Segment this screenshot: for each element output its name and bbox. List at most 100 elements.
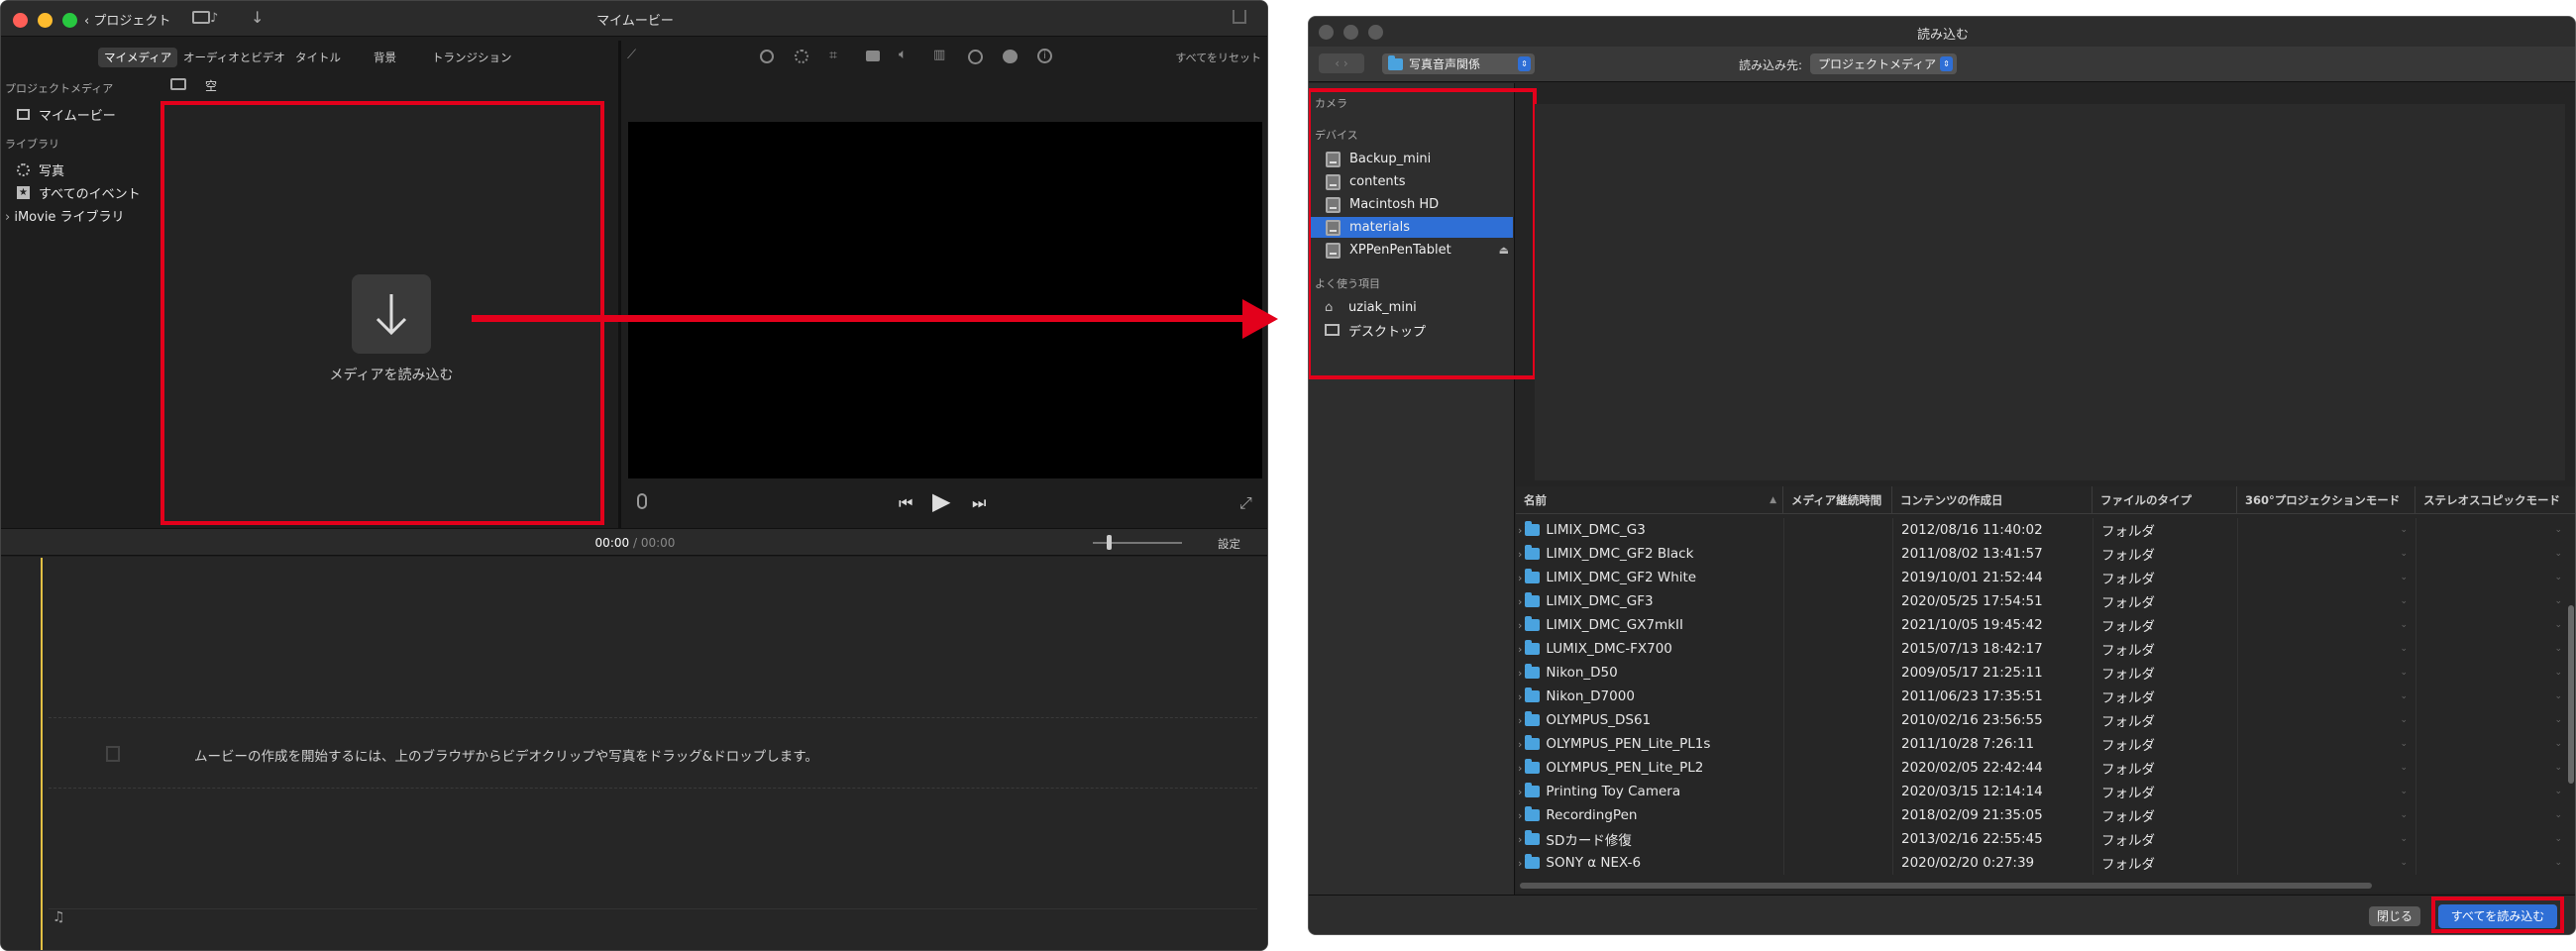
table-row[interactable]: › LIMIX_DMC_GX7mkII 2021/10/05 19:45:42 フ… — [1516, 613, 2575, 637]
stereoscopic-popup[interactable]: ⌄ — [2415, 542, 2564, 566]
col-name[interactable]: 名前 ▲ — [1516, 486, 1783, 514]
disclosure-chevron-icon[interactable]: › — [1518, 738, 1522, 751]
equalizer-icon[interactable]: ▥ — [933, 48, 945, 62]
disclosure-chevron-icon[interactable]: › — [1518, 714, 1522, 727]
location-popup[interactable]: 写真音声関係 ⇕ — [1382, 53, 1535, 74]
back-forward-buttons[interactable]: ‹ › — [1319, 53, 1364, 73]
disclosure-chevron-icon[interactable]: › — [1518, 667, 1522, 680]
projection-popup[interactable]: ⌄ — [2237, 661, 2415, 685]
stereoscopic-popup[interactable]: ⌄ — [2415, 851, 2564, 875]
sidebar-item-all-events[interactable]: ★ すべてのイベント — [17, 183, 141, 202]
disclosure-chevron-icon[interactable]: › — [1518, 548, 1522, 561]
sidebar-toggle-icon[interactable] — [170, 78, 186, 90]
crop-icon[interactable]: ⌗ — [829, 48, 837, 63]
stereoscopic-popup[interactable]: ⌄ — [2415, 518, 2564, 542]
table-row[interactable]: › LIMIX_DMC_GF2 Black 2011/08/02 13:41:57… — [1516, 542, 2575, 566]
volume-icon[interactable]: 🔈︎ — [899, 47, 907, 62]
projection-popup[interactable]: ⌄ — [2237, 685, 2415, 708]
col-created[interactable]: コンテンツの作成日 — [1892, 486, 2093, 514]
reset-all-button[interactable]: すべてをリセット — [1175, 50, 1261, 65]
disclosure-chevron-icon[interactable]: › — [1518, 762, 1522, 775]
table-row[interactable]: › SDカード修復 2013/02/16 22:55:45 フォルダ ⌄ ⌄ — [1516, 827, 2575, 851]
projection-popup[interactable]: ⌄ — [2237, 637, 2415, 661]
sidebar-item-my-movie[interactable]: マイムービー — [17, 105, 116, 124]
disclosure-chevron-icon[interactable]: › — [1518, 595, 1522, 608]
disclosure-chevron-icon[interactable]: › — [1518, 833, 1522, 846]
sidebar-item-photos[interactable]: 写真 — [17, 160, 64, 179]
fullscreen-icon[interactable]: ⤢ — [1239, 493, 1252, 513]
projection-popup[interactable]: ⌄ — [2237, 566, 2415, 589]
col-projection[interactable]: 360°プロジェクションモード — [2237, 486, 2415, 514]
disclosure-chevron-icon[interactable]: › — [1518, 786, 1522, 798]
table-row[interactable]: › Nikon_D7000 2011/06/23 17:35:51 フォルダ ⌄ … — [1516, 685, 2575, 708]
projection-popup[interactable]: ⌄ — [2237, 613, 2415, 637]
table-row[interactable]: › Nikon_D50 2009/05/17 21:25:11 フォルダ ⌄ ⌄ — [1516, 661, 2575, 685]
settings-button[interactable]: 設定 — [1218, 536, 1240, 552]
close-button[interactable]: 閉じる — [2369, 906, 2420, 926]
tab-my-media[interactable]: マイメディア — [98, 48, 178, 67]
projection-popup[interactable]: ⌄ — [2237, 708, 2415, 732]
speed-icon[interactable] — [968, 50, 983, 64]
share-icon[interactable] — [1233, 10, 1246, 24]
col-type[interactable]: ファイルのタイプ — [2093, 486, 2237, 514]
table-row[interactable]: › OLYMPUS_PEN_Lite_PL2 2020/02/05 22:42:4… — [1516, 756, 2575, 780]
projection-popup[interactable]: ⌄ — [2237, 542, 2415, 566]
disclosure-chevron-icon[interactable]: › — [1518, 809, 1522, 822]
disclosure-chevron-icon[interactable]: › — [1518, 572, 1522, 584]
projection-popup[interactable]: ⌄ — [2237, 732, 2415, 756]
tab-audio-video[interactable]: オーディオとビデオ — [183, 50, 285, 65]
table-row[interactable]: › Printing Toy Camera 2020/03/15 12:14:14… — [1516, 780, 2575, 803]
skip-back-icon[interactable]: ⏮ — [899, 493, 912, 513]
stereoscopic-popup[interactable]: ⌄ — [2415, 637, 2564, 661]
vertical-scrollbar[interactable] — [2568, 605, 2574, 784]
table-row[interactable]: › SONY α NEX-6 2020/02/20 0:27:39 フォルダ ⌄ … — [1516, 851, 2575, 875]
import-to-popup[interactable]: プロジェクトメディア ⇕ — [1810, 53, 1957, 74]
projection-popup[interactable]: ⌄ — [2237, 827, 2415, 851]
stereoscopic-popup[interactable]: ⌄ — [2415, 685, 2564, 708]
horizontal-scrollbar[interactable] — [1520, 883, 2372, 889]
stereoscopic-popup[interactable]: ⌄ — [2415, 661, 2564, 685]
col-stereoscopic[interactable]: ステレオスコピックモード — [2415, 486, 2575, 514]
color-correction-icon[interactable] — [795, 50, 808, 63]
table-row[interactable]: › OLYMPUS_DS61 2010/02/16 23:56:55 フォルダ ⌄… — [1516, 708, 2575, 732]
color-balance-icon[interactable] — [760, 50, 774, 63]
play-button[interactable]: ▶ — [932, 487, 950, 515]
table-row[interactable]: › OLYMPUS_PEN_Lite_PL1s 2011/10/28 7:26:1… — [1516, 732, 2575, 756]
projection-popup[interactable]: ⌄ — [2237, 851, 2415, 875]
stereoscopic-popup[interactable]: ⌄ — [2415, 732, 2564, 756]
stereoscopic-popup[interactable]: ⌄ — [2415, 589, 2564, 613]
table-row[interactable]: › LUMIX_DMC-FX700 2015/07/13 18:42:17 フォル… — [1516, 637, 2575, 661]
disclosure-chevron-icon[interactable]: › — [1518, 643, 1522, 656]
stereoscopic-popup[interactable]: ⌄ — [2415, 566, 2564, 589]
stereoscopic-popup[interactable]: ⌄ — [2415, 827, 2564, 851]
tab-titles[interactable]: タイトル — [295, 50, 341, 65]
stereoscopic-popup[interactable]: ⌄ — [2415, 756, 2564, 780]
stereoscopic-popup[interactable]: ⌄ — [2415, 780, 2564, 803]
filter-icon[interactable] — [1003, 50, 1018, 63]
filter-popup[interactable]: 空 — [205, 77, 217, 94]
table-row[interactable]: › LIMIX_DMC_GF2 White 2019/10/01 21:52:44… — [1516, 566, 2575, 589]
projection-popup[interactable]: ⌄ — [2237, 589, 2415, 613]
table-row[interactable]: › RecordingPen 2018/02/09 21:35:05 フォルダ ⌄… — [1516, 803, 2575, 827]
info-icon[interactable]: i — [1037, 49, 1052, 63]
disclosure-chevron-icon[interactable]: › — [1518, 690, 1522, 703]
disclosure-chevron-icon[interactable]: › — [1518, 857, 1522, 870]
projection-popup[interactable]: ⌄ — [2237, 780, 2415, 803]
col-duration[interactable]: メディア継続時間 — [1783, 486, 1892, 514]
magic-wand-icon[interactable]: ⟋ — [627, 48, 636, 62]
playhead[interactable] — [41, 558, 43, 950]
disclosure-chevron-icon[interactable]: › — [1518, 619, 1522, 632]
table-row[interactable]: › LIMIX_DMC_G3 2012/08/16 11:40:02 フォルダ ⌄… — [1516, 518, 2575, 542]
stereoscopic-popup[interactable]: ⌄ — [2415, 803, 2564, 827]
sidebar-item-imovie-library[interactable]: › iMovie ライブラリ — [5, 206, 125, 225]
projection-popup[interactable]: ⌄ — [2237, 803, 2415, 827]
disclosure-chevron-icon[interactable]: › — [1518, 524, 1522, 537]
skip-forward-icon[interactable]: ⏭ — [972, 493, 986, 513]
tab-backgrounds[interactable]: 背景 — [374, 50, 396, 65]
stereoscopic-popup[interactable]: ⌄ — [2415, 708, 2564, 732]
stereoscopic-popup[interactable]: ⌄ — [2415, 613, 2564, 637]
projection-popup[interactable]: ⌄ — [2237, 756, 2415, 780]
zoom-slider-thumb[interactable] — [1107, 535, 1112, 550]
stabilization-icon[interactable] — [866, 51, 880, 61]
tab-transitions[interactable]: トランジション — [432, 50, 512, 65]
